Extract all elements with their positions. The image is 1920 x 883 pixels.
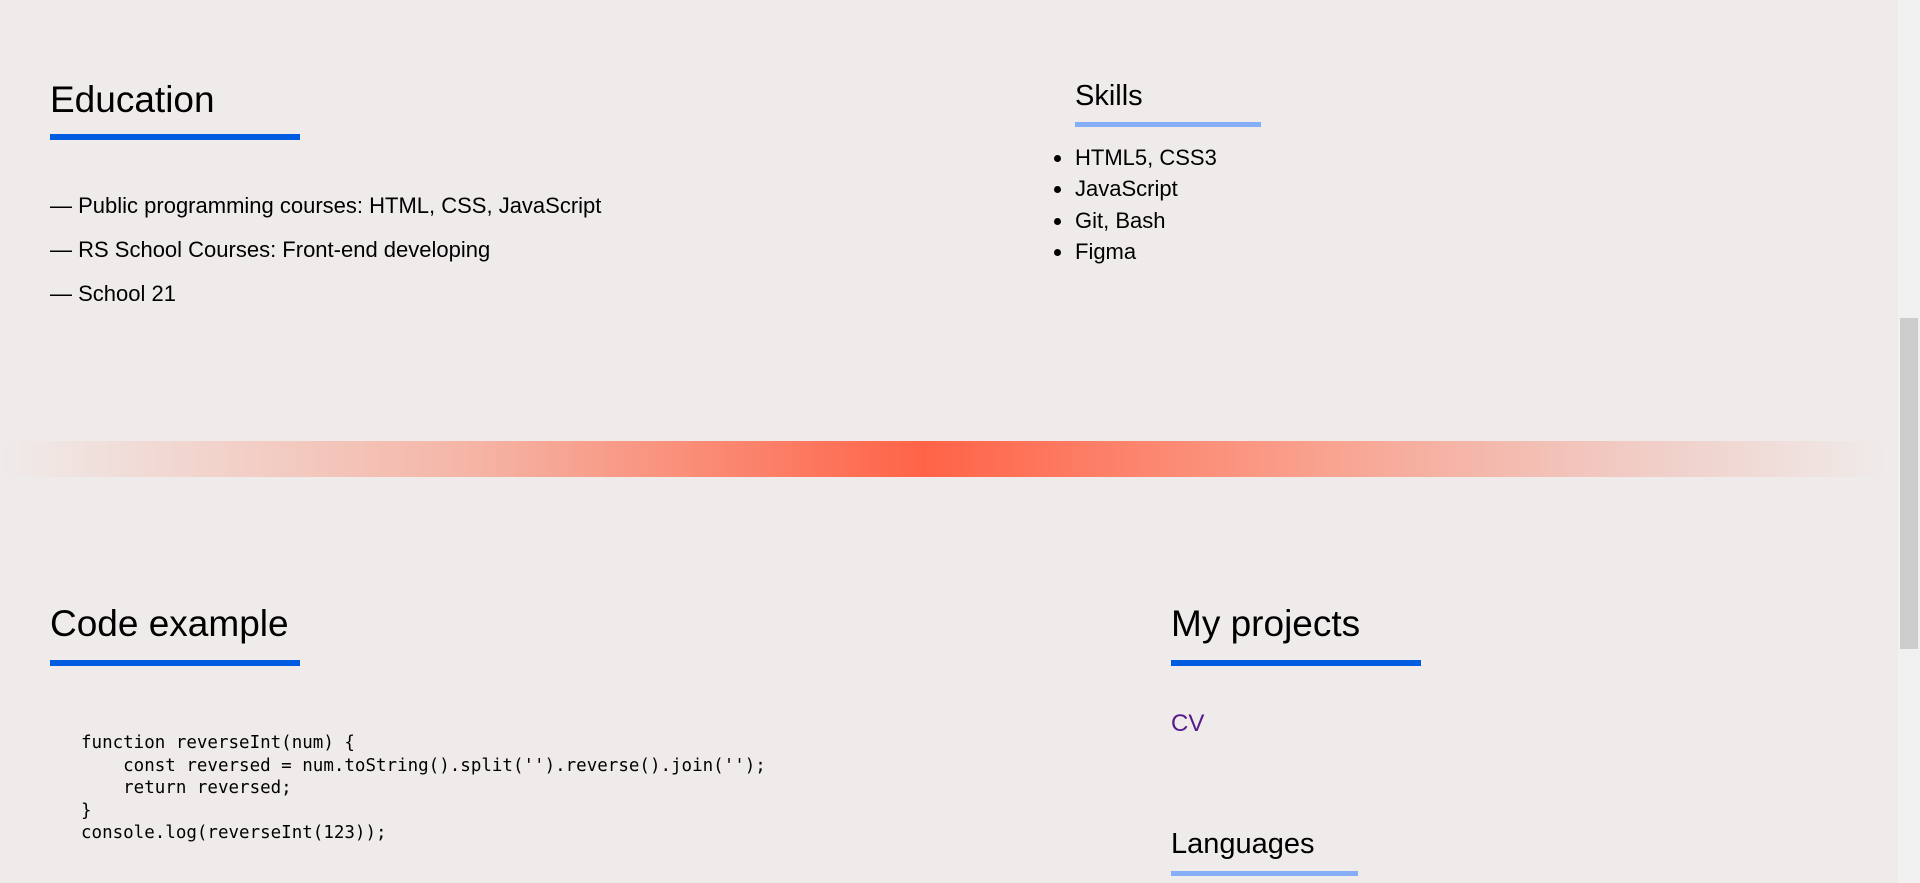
scrollbar-thumb[interactable] bbox=[1900, 318, 1918, 649]
languages-heading: Languages bbox=[1171, 828, 1315, 860]
gradient-divider bbox=[0, 441, 1886, 477]
projects-underline bbox=[1171, 660, 1421, 666]
skills-item: JavaScript bbox=[1054, 173, 1217, 204]
skills-item: Git, Bash bbox=[1054, 205, 1217, 236]
skills-list: HTML5, CSS3 JavaScript Git, Bash Figma bbox=[1054, 142, 1217, 267]
projects-heading: My projects bbox=[1171, 603, 1361, 644]
education-item: — RS School Courses: Front-end developin… bbox=[50, 237, 491, 262]
code-block: function reverseInt(num) { const reverse… bbox=[81, 733, 766, 843]
skills-underline bbox=[1075, 122, 1261, 127]
education-item: — Public programming courses: HTML, CSS,… bbox=[50, 193, 602, 218]
skills-item: HTML5, CSS3 bbox=[1054, 142, 1217, 173]
education-heading: Education bbox=[50, 79, 215, 120]
scrollbar[interactable] bbox=[1898, 0, 1920, 883]
skills-heading: Skills bbox=[1075, 80, 1143, 112]
code-example-heading: Code example bbox=[50, 603, 289, 644]
code-example-underline bbox=[50, 660, 300, 666]
education-item: — School 21 bbox=[50, 281, 176, 306]
skills-item: Figma bbox=[1054, 236, 1217, 267]
languages-underline bbox=[1171, 871, 1358, 876]
project-link-cv[interactable]: CV bbox=[1171, 710, 1204, 738]
education-underline bbox=[50, 134, 300, 140]
